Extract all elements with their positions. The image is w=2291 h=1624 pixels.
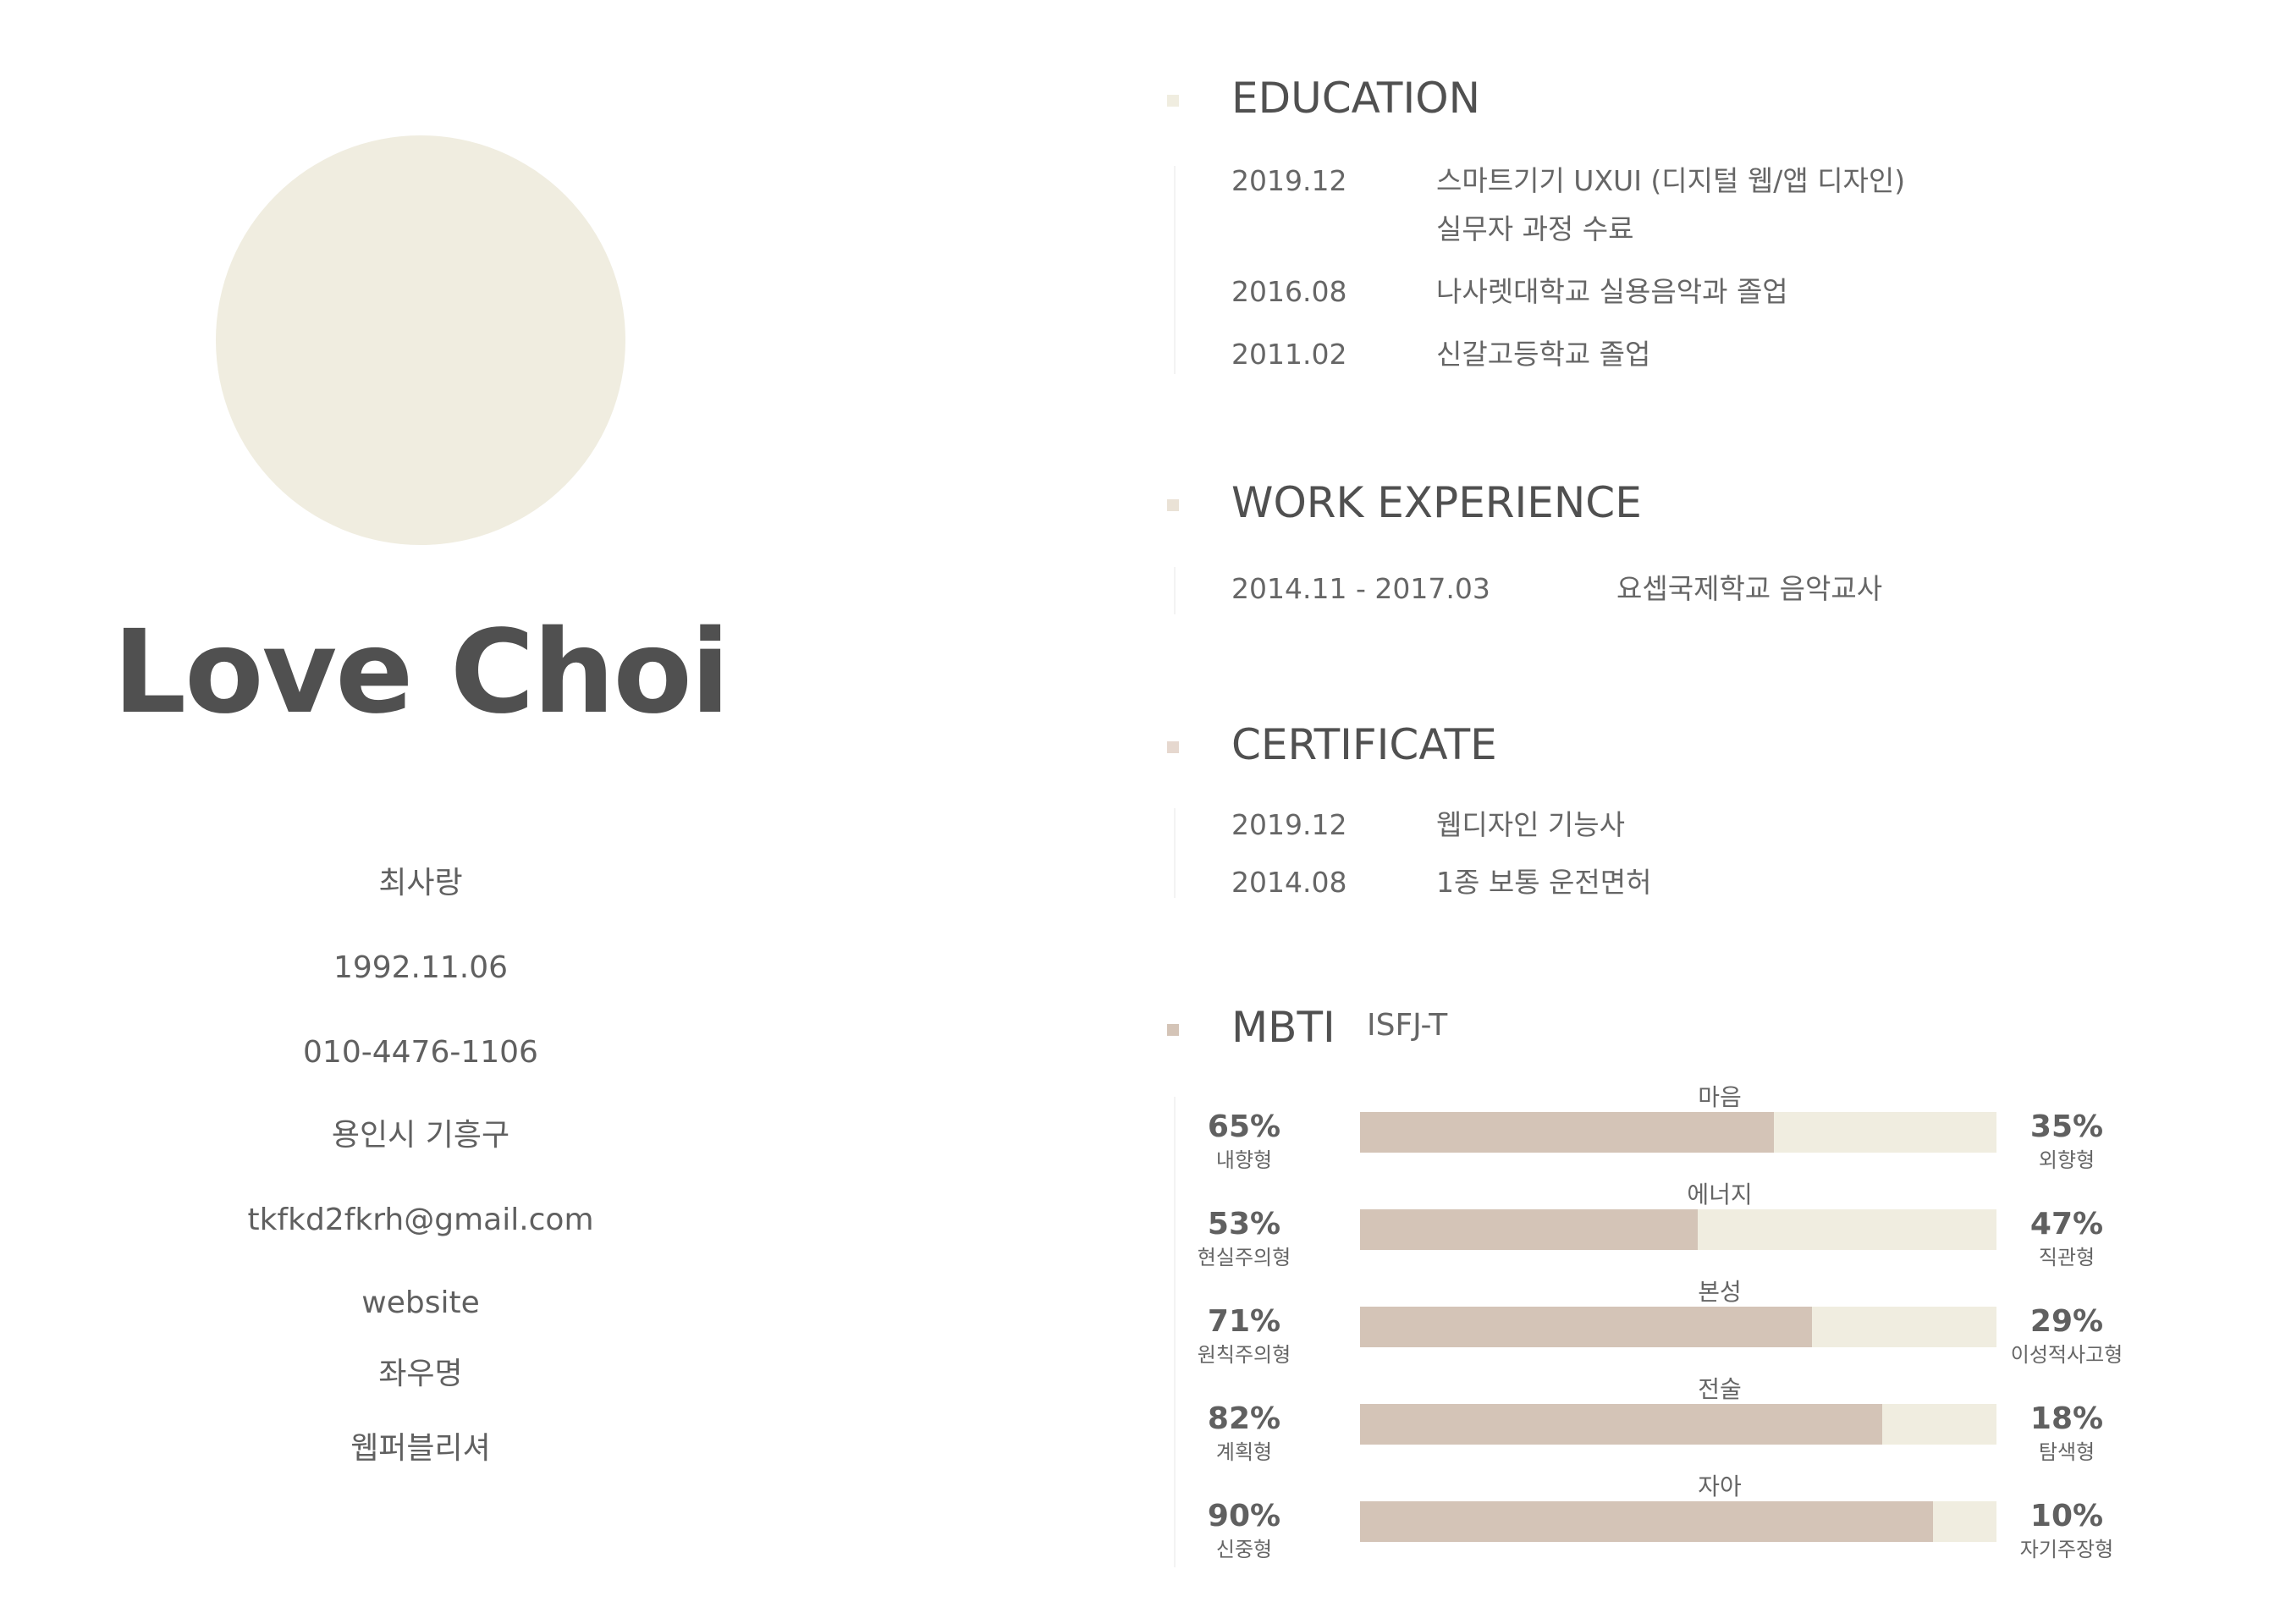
mbti-right-type: 외향형 [2038, 1148, 2095, 1172]
certificate-title: CERTIFICATE [1231, 720, 1497, 769]
mbti-type: ISFJ-T [1367, 1008, 1448, 1043]
mbti-bar-fill [1360, 1209, 1698, 1250]
certificate-divider-line [1174, 808, 1176, 898]
mbti-bar-track [1360, 1404, 1996, 1445]
mbti-dimension-label: 전술 [1698, 1375, 1742, 1403]
mbti-bar-row: 에너지 53% 현실주의형 47% 직관형 [1198, 1181, 2162, 1278]
mbti-bar-row: 자아 90% 신중형 10% 자기주장형 [1208, 1473, 2162, 1570]
education-divider-line [1174, 166, 1176, 374]
mbti-right-type: 탐색형 [2038, 1440, 2095, 1464]
mbti-dimension-label: 자아 [1698, 1473, 1742, 1500]
education-title: EDUCATION [1231, 74, 1480, 123]
address: 용인시 기흥구 [331, 1118, 510, 1153]
mbti-bar-track [1360, 1112, 1996, 1153]
certificate-date: 2014.08 [1231, 866, 1347, 899]
mbti-right-percent: 47% [2029, 1207, 2104, 1241]
motto-label: 좌우명 [378, 1357, 463, 1391]
education-date: 2019.12 [1231, 164, 1347, 197]
mbti-bar-fill [1360, 1112, 1774, 1153]
education-desc: 스마트기기 UXUI (디지털 웹/앱 디자인) [1436, 164, 1906, 197]
mbti-bar-fill [1360, 1501, 1933, 1542]
work-desc: 요셉국제학교 음악교사 [1616, 572, 1883, 605]
work-section-marker [1167, 499, 1179, 511]
mbti-right-percent: 10% [2029, 1499, 2104, 1533]
education-desc: 나사렛대학교 실용음악과 졸업 [1436, 275, 1788, 308]
mbti-right-percent: 18% [2029, 1401, 2104, 1436]
mbti-right-type: 자기주장형 [2019, 1538, 2114, 1561]
education-desc-continued: 실무자 과정 수료 [1436, 212, 1634, 245]
mbti-bar-track [1360, 1307, 1996, 1347]
mbti-left-type: 현실주의형 [1197, 1246, 1291, 1269]
certificate-name: 웹디자인 기능사 [1436, 808, 1626, 841]
mbti-left-type: 계획형 [1215, 1440, 1273, 1464]
education-desc: 신갈고등학교 졸업 [1436, 338, 1651, 371]
mbti-right-percent: 35% [2029, 1109, 2104, 1144]
mbti-left-type: 원칙주의형 [1197, 1343, 1291, 1367]
education-section-marker [1167, 95, 1179, 107]
mbti-dimension-label: 본성 [1698, 1278, 1742, 1306]
mbti-bar-fill [1360, 1307, 1812, 1347]
website-link[interactable]: website [0, 1285, 841, 1322]
mbti-right-type: 직관형 [2038, 1246, 2095, 1269]
birthdate: 1992.11.06 [333, 950, 509, 985]
education-date: 2011.02 [1231, 338, 1347, 371]
certificate-name: 1종 보통 운전면허 [1436, 866, 1652, 899]
education-date: 2016.08 [1231, 275, 1347, 308]
job-role: 웹퍼블리셔 [350, 1431, 491, 1466]
mbti-left-percent: 90% [1207, 1499, 1281, 1533]
email-address: tkfkd2fkrh@gmail.com [247, 1203, 594, 1237]
mbti-left-type: 신중형 [1215, 1538, 1273, 1561]
mbti-left-type: 내향형 [1215, 1148, 1273, 1172]
work-divider-line [1174, 567, 1176, 614]
mbti-dimension-label: 에너지 [1687, 1181, 1753, 1208]
mbti-bar-row: 전술 82% 계획형 18% 탐색형 [1208, 1375, 2162, 1473]
mbti-left-percent: 53% [1207, 1207, 1281, 1241]
certificate-date: 2019.12 [1231, 808, 1347, 841]
mbti-right-type: 이성적사고형 [2010, 1343, 2123, 1367]
person-name: Love Choi [113, 606, 730, 740]
profile-photo-placeholder [216, 135, 625, 545]
mbti-dimension-label: 마음 [1698, 1083, 1742, 1111]
mbti-bar-row: 마음 65% 내향형 35% 외향형 [1208, 1083, 2162, 1181]
mbti-bar-track [1360, 1209, 1996, 1250]
work-experience-title: WORK EXPERIENCE [1231, 478, 1642, 527]
korean-name: 최사랑 [378, 866, 463, 900]
work-period: 2014.11 - 2017.03 [1231, 572, 1490, 605]
mbti-left-percent: 82% [1207, 1401, 1281, 1436]
mbti-title: MBTI [1231, 1003, 1335, 1052]
mbti-right-percent: 29% [2029, 1304, 2104, 1339]
mbti-left-percent: 65% [1207, 1109, 1281, 1144]
mbti-bar-row: 본성 71% 원칙주의형 29% 이성적사고형 [1198, 1278, 2162, 1375]
phone-number: 010-4476-1106 [303, 1035, 538, 1070]
mbti-bar-fill [1360, 1404, 1882, 1445]
resume-page: Love Choi 최사랑 1992.11.06 010-4476-1106 용… [0, 0, 2291, 1624]
certificate-section-marker [1167, 741, 1179, 753]
mbti-bar-track [1360, 1501, 1996, 1542]
mbti-left-percent: 71% [1207, 1304, 1281, 1339]
mbti-section-marker [1167, 1024, 1179, 1036]
